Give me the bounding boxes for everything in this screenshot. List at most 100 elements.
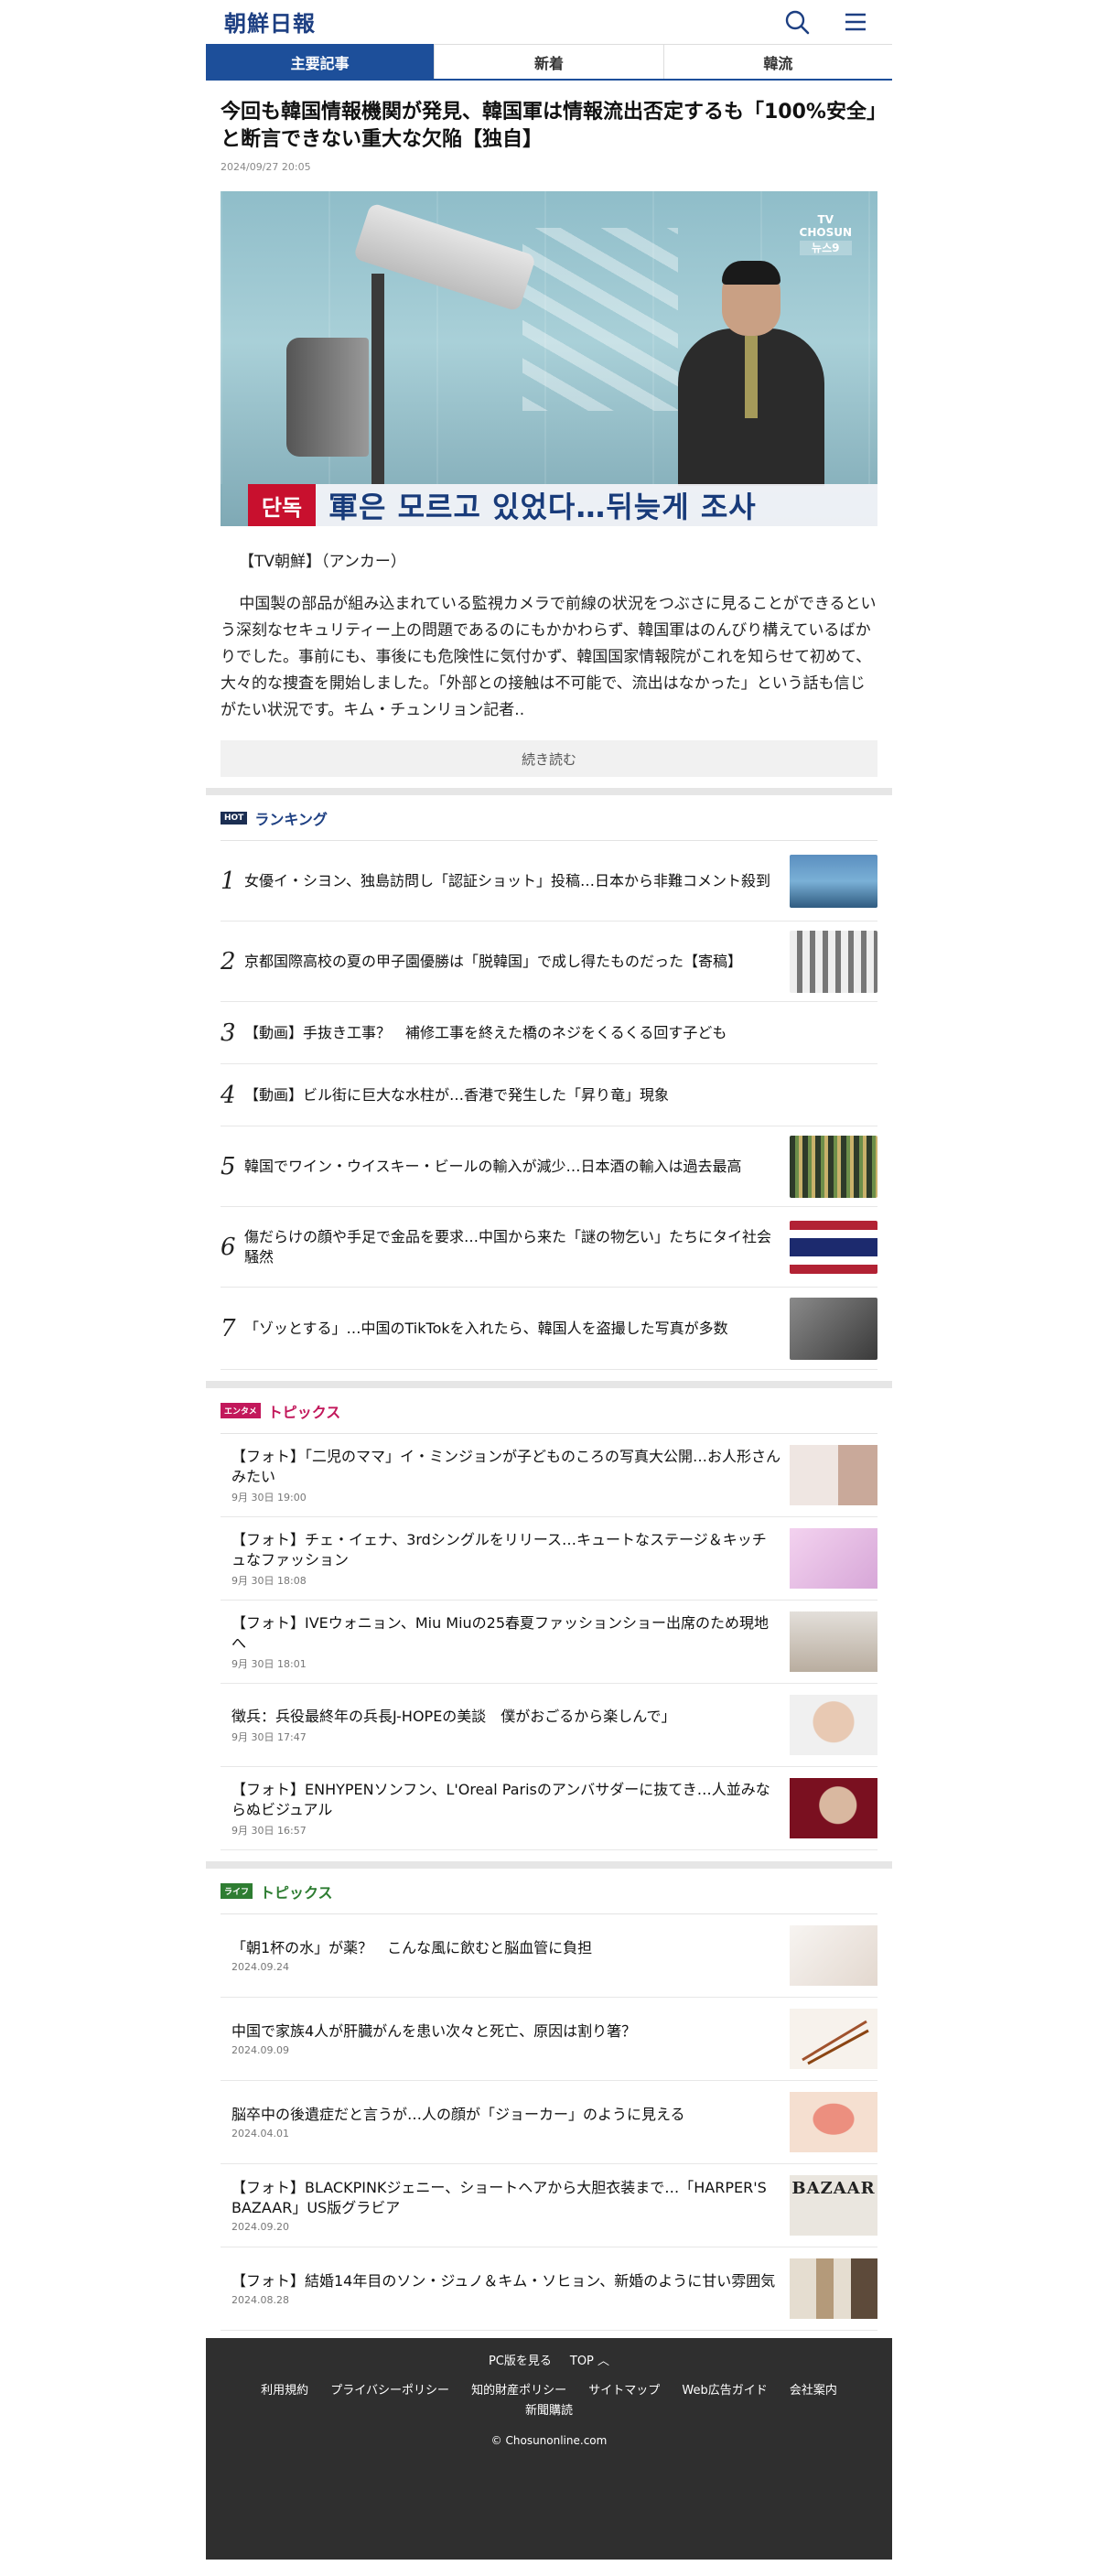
footer-link-company[interactable]: 会社案内 (790, 2384, 837, 2398)
soldier-photo[interactable] (790, 1695, 877, 1755)
couple-photo[interactable] (790, 2258, 877, 2319)
actress-photo[interactable] (790, 1445, 877, 1505)
life-item[interactable]: 「朝1杯の水」が薬？ こんな風に飲むと脳血管に負担 2024.09.24 (221, 1914, 877, 1998)
topic-date: 9月 30日 17:47 (231, 1730, 307, 1743)
anchor-hair-graphic (722, 261, 780, 285)
life-badge: ライフ (221, 1883, 253, 1899)
topic-date: 9月 30日 18:08 (231, 1574, 307, 1587)
model-photo[interactable] (790, 1778, 877, 1838)
back-to-top-link[interactable]: TOP ︿ (570, 2351, 609, 2368)
topic-text: 脳卒中の後遺症だと言うが…人の顔が「ジョーカー」のように見える 2024.04.… (231, 2105, 790, 2139)
article-body: 中国製の部品が組み込まれている監視カメラで前線の状況をつぶさに見ることができると… (221, 595, 877, 719)
tab-main-articles[interactable]: 主要記事 (206, 44, 435, 79)
life-title: トピックス (260, 1883, 333, 1902)
footer-link-ad-guide[interactable]: Web広告ガイド (682, 2384, 767, 2398)
topic-title[interactable]: 【フォト】IVEウォニョン、Miu Miuの25春夏ファッションショー出席のため… (231, 1613, 780, 1654)
rank-title[interactable]: 女優イ・シヨン、独島訪問し「認証ショット」投稿…日本から非難コメント殺到 (244, 871, 790, 891)
rank-title[interactable]: 韓国でワイン・ウイスキー・ビールの輸入が減少…日本酒の輸入は過去最高 (244, 1157, 790, 1177)
water-photo[interactable] (790, 1925, 877, 1986)
topic-title[interactable]: 「朝1杯の水」が薬？ こんな風に飲むと脳血管に負担 (231, 1938, 780, 1958)
entertainment-item[interactable]: 徴兵：兵役最終年の兵長J-HOPEの美談 僕がおごるから楽しんで」 9月 30日… (221, 1684, 877, 1767)
baseball-team-photo[interactable] (790, 930, 877, 993)
ranking-item[interactable]: 5 韓国でワイン・ウイスキー・ビールの輸入が減少…日本酒の輸入は過去最高 (221, 1126, 877, 1207)
entertainment-section: エンタメ トピックス 【フォト】「二児のママ」イ・ミンジョンが子どものころの写真… (206, 1388, 892, 1850)
topic-title[interactable]: 徴兵：兵役最終年の兵長J-HOPEの美談 僕がおごるから楽しんで」 (231, 1707, 780, 1727)
ranking-item[interactable]: 3 【動画】手抜き工事？ 補修工事を終えた橋のネジをくるくる回す子ども (221, 1002, 877, 1064)
footer-link-subscribe[interactable]: 新聞購読 (525, 2404, 573, 2418)
article-byline: 【TV朝鮮】（アンカー） (239, 553, 406, 571)
topic-date: 2024.09.20 (231, 2221, 289, 2233)
islands-photo[interactable] (790, 854, 877, 908)
rank-title[interactable]: 京都国際高校の夏の甲子園優勝は「脱韓国」で成し得たものだった【寄稿】 (244, 952, 790, 972)
footer-link-terms[interactable]: 利用規約 (261, 2384, 308, 2398)
anchor-tie-graphic (745, 336, 758, 418)
ranking-item[interactable]: 7 「ゾッとする」…中国のTikTokを入れたら、韓国人を盗撮した写真が多数 (221, 1288, 877, 1370)
entertainment-item[interactable]: 【フォト】「二児のママ」イ・ミンジョンが子どものころの写真大公開…お人形さんみた… (221, 1434, 877, 1517)
pc-version-link[interactable]: PC版を見る (489, 2351, 552, 2368)
chopsticks-icon (802, 2020, 869, 2065)
singer-photo[interactable] (790, 1528, 877, 1589)
topic-title[interactable]: 【フォト】「二児のママ」イ・ミンジョンが子どものころの写真大公開…お人形さんみた… (231, 1447, 780, 1487)
channel-logo: TV CHOSUN 뉴스9 (799, 213, 852, 255)
main-tabs: 主要記事 新着 韓流 (206, 44, 892, 81)
copyright: © Chosunonline.com (490, 2434, 608, 2447)
site-footer: PC版を見る TOP ︿ 利用規約 プライバシーポリシー 知的財産ポリシー サイ… (206, 2338, 892, 2560)
article-headline[interactable]: 今回も韓国情報機関が発見、韓国軍は情報流出否定するも「100%安全」と断言できな… (221, 99, 877, 154)
tab-latest[interactable]: 新着 (434, 44, 663, 79)
thai-flag-photo[interactable] (790, 1220, 877, 1274)
topic-title[interactable]: 脳卒中の後遺症だと言うが…人の顔が「ジョーカー」のように見える (231, 2105, 780, 2125)
topic-title[interactable]: 【フォト】BLACKPINKジェニー、ショートヘアから大胆衣装まで…「HARPE… (231, 2178, 780, 2218)
rank-number: 2 (221, 947, 236, 975)
tiktok-photo[interactable] (790, 1297, 877, 1360)
entertainment-item[interactable]: 【フォト】チェ・イェナ、3rdシングルをリリース…キュートなステージ＆キッチュな… (221, 1517, 877, 1601)
rank-number: 4 (221, 1081, 236, 1109)
section-divider (206, 1381, 892, 1388)
ranking-item[interactable]: 2 京都国際高校の夏の甲子園優勝は「脱韓国」で成し得たものだった【寄稿】 (221, 922, 877, 1002)
channel-logo-line1: TV (817, 213, 834, 226)
rank-number: 7 (221, 1314, 236, 1342)
topic-title[interactable]: 【フォト】チェ・イェナ、3rdシングルをリリース…キュートなステージ＆キッチュな… (231, 1530, 780, 1570)
read-more-button[interactable]: 続き読む (221, 740, 877, 777)
life-item[interactable]: 脳卒中の後遺症だと言うが…人の顔が「ジョーカー」のように見える 2024.04.… (221, 2081, 877, 2164)
footer-link-ip-policy[interactable]: 知的財産ポリシー (471, 2384, 566, 2398)
life-section: ライフ トピックス 「朝1杯の水」が薬？ こんな風に飲むと脳血管に負担 2024… (206, 1869, 892, 2331)
rank-title[interactable]: 傷だらけの顔や手足で金品を要求…中国から来た「謎の物乞い」たちにタイ社会騒然 (244, 1227, 790, 1267)
rank-title[interactable]: 【動画】手抜き工事？ 補修工事を終えた橋のネジをくるくる回す子ども (244, 1023, 877, 1043)
entertainment-item[interactable]: 【フォト】ENHYPENソンフン、L'Oreal Parisのアンバサダーに抜て… (221, 1767, 877, 1850)
idol-photo[interactable] (790, 1611, 877, 1672)
camera-pole-graphic (371, 274, 384, 484)
rank-number: 6 (221, 1233, 236, 1261)
topic-title[interactable]: 【フォト】結婚14年目のソン・ジュノ＆キム・ソヒョン、新婚のように甘い雰囲気 (231, 2271, 780, 2291)
entertainment-title: トピックス (267, 1403, 341, 1421)
site-logo[interactable]: 朝鮮日報 (224, 5, 316, 38)
ranking-item[interactable]: 4 【動画】ビル街に巨大な水柱が…香港で発生した「昇り竜」現象 (221, 1064, 877, 1126)
entertainment-item[interactable]: 【フォト】IVEウォニョン、Miu Miuの25春夏ファッションショー出席のため… (221, 1601, 877, 1684)
topic-date: 2024.09.24 (231, 1961, 289, 1973)
life-item[interactable]: 【フォト】BLACKPINKジェニー、ショートヘアから大胆衣装まで…「HARPE… (221, 2164, 877, 2247)
footer-link-sitemap[interactable]: サイトマップ (588, 2384, 660, 2398)
hamburger-menu-icon[interactable] (841, 7, 870, 37)
topic-text: 【フォト】チェ・イェナ、3rdシングルをリリース…キュートなステージ＆キッチュな… (231, 1530, 790, 1588)
topic-title[interactable]: 中国で家族4人が肝臓がんを患い次々と死亡、原因は割り箸？ (231, 2021, 780, 2042)
tab-hallyu[interactable]: 韓流 (662, 44, 892, 79)
life-item[interactable]: 中国で家族4人が肝臓がんを患い次々と死亡、原因は割り箸？ 2024.09.09 (221, 1998, 877, 2081)
rank-title[interactable]: 「ゾッとする」…中国のTikTokを入れたら、韓国人を盗撮した写真が多数 (244, 1319, 790, 1339)
brain-illustration[interactable] (790, 2092, 877, 2152)
topic-text: 【フォト】ENHYPENソンフン、L'Oreal Parisのアンバサダーに抜て… (231, 1780, 790, 1838)
footer-link-privacy[interactable]: プライバシーポリシー (330, 2384, 449, 2398)
chevron-up-icon: ︿ (597, 2355, 610, 2368)
ranking-item[interactable]: 6 傷だらけの顔や手足で金品を要求…中国から来た「謎の物乞い」たちにタイ社会騒然 (221, 1207, 877, 1288)
bazaar-cover[interactable]: BAZAAR (790, 2175, 877, 2236)
caption-tag: 단독 (248, 484, 316, 526)
article-hero-image[interactable]: TV CHOSUN 뉴스9 단독 軍은 모르고 있었다…뒤늦게 조사 (221, 191, 877, 526)
search-icon[interactable] (782, 7, 812, 37)
chopsticks-photo[interactable] (790, 2009, 877, 2069)
rank-title[interactable]: 【動画】ビル街に巨大な水柱が…香港で発生した「昇り竜」現象 (244, 1085, 877, 1105)
ranking-item[interactable]: 1 女優イ・シヨン、独島訪問し「認証ショット」投稿…日本から非難コメント殺到 (221, 841, 877, 922)
topic-title[interactable]: 【フォト】ENHYPENソンフン、L'Oreal Parisのアンバサダーに抜て… (231, 1780, 780, 1820)
liquor-shelf-photo[interactable] (790, 1135, 877, 1198)
life-item[interactable]: 【フォト】結婚14年目のソン・ジュノ＆キム・ソヒョン、新婚のように甘い雰囲気 2… (221, 2247, 877, 2331)
topic-date: 9月 30日 19:00 (231, 1491, 307, 1504)
topic-date: 2024.08.28 (231, 2294, 289, 2306)
hero-papers-graphic (522, 228, 678, 411)
